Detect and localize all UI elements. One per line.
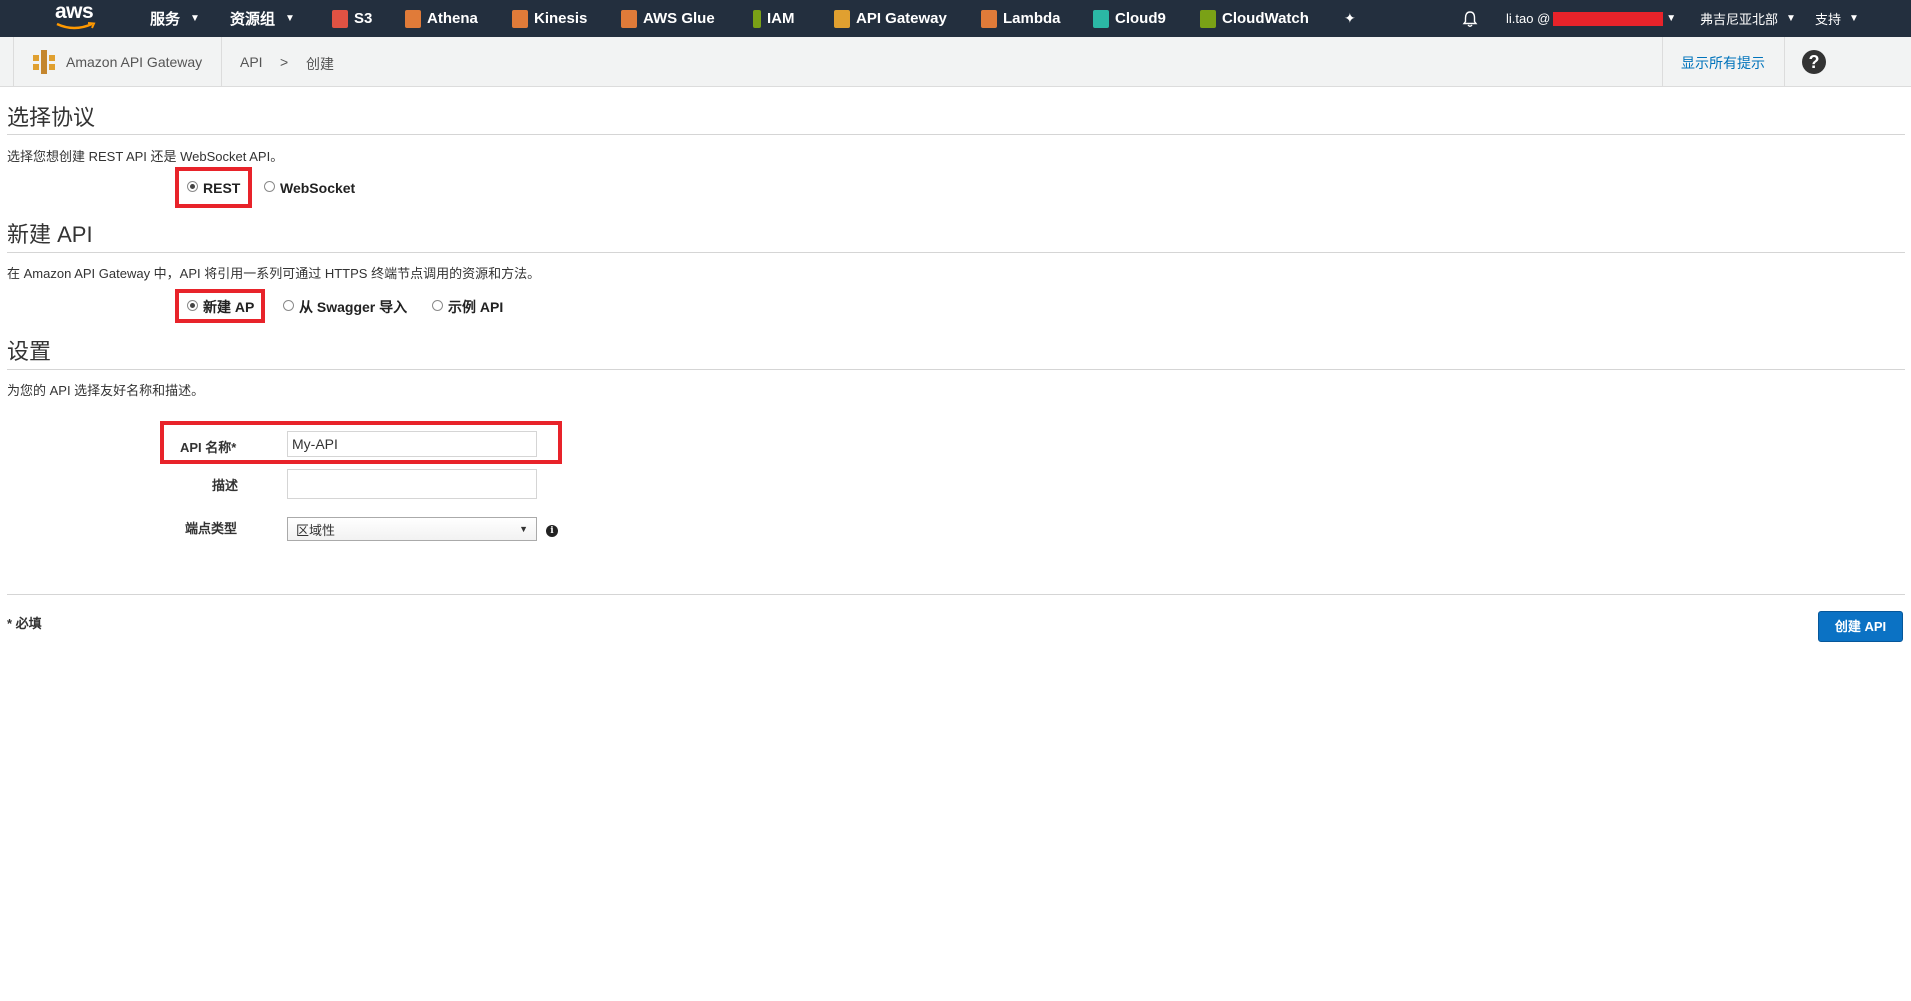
- shortcut-s3[interactable]: S3: [332, 0, 372, 37]
- account-menu[interactable]: li.tao @ ▼: [1506, 0, 1676, 37]
- description-input[interactable]: [287, 469, 537, 499]
- divider: [7, 594, 1905, 595]
- radio-rest[interactable]: REST: [187, 180, 240, 196]
- divider: [7, 134, 1905, 135]
- resource-groups-label: 资源组: [230, 11, 276, 28]
- new-api-description: 在 Amazon API Gateway 中，API 将引用一系列可通过 HTT…: [7, 266, 541, 281]
- divider: [1784, 37, 1785, 87]
- divider: [13, 37, 14, 87]
- api-gateway-icon: [834, 9, 850, 28]
- region-label: 弗吉尼亚北部: [1700, 12, 1779, 27]
- radio-label: 从 Swagger 导入: [299, 299, 408, 315]
- kinesis-icon: [512, 9, 528, 28]
- cloudwatch-icon: [1200, 9, 1216, 28]
- radio-example-api[interactable]: 示例 API: [432, 297, 503, 317]
- protocol-description: 选择您想创建 REST API 还是 WebSocket API。: [7, 149, 284, 164]
- radio-import-swagger[interactable]: 从 Swagger 导入: [283, 297, 407, 317]
- radio-new-api[interactable]: 新建 AP: [187, 297, 254, 317]
- lambda-icon: [981, 9, 997, 28]
- chevron-down-icon: ▼: [519, 524, 528, 534]
- notifications-bell-icon[interactable]: [1462, 0, 1478, 37]
- radio-label: REST: [203, 180, 241, 196]
- resource-groups-menu[interactable]: 资源组 ▼: [230, 0, 295, 37]
- top-navigation-bar: aws 服务 ▼ 资源组 ▼ S3 Athena Kinesis AWS Glu…: [0, 0, 1911, 37]
- radio-unselected-icon: [264, 180, 275, 192]
- divider: [7, 252, 1905, 253]
- cloud9-icon: [1093, 9, 1109, 28]
- divider: [7, 369, 1905, 370]
- required-note: * 必填: [7, 616, 42, 631]
- shortcut-label: IAM: [767, 10, 795, 27]
- divider: [1662, 37, 1663, 87]
- redacted-account-id: [1553, 11, 1664, 26]
- settings-section-title: 设置: [7, 339, 52, 364]
- shortcut-label: S3: [354, 10, 373, 27]
- shortcut-label: Lambda: [1003, 10, 1061, 27]
- chevron-down-icon: ▼: [1786, 13, 1796, 24]
- radio-label: WebSocket: [280, 180, 356, 196]
- radio-unselected-icon: [283, 299, 294, 311]
- s3-icon: [332, 9, 348, 28]
- api-name-label: API 名称*: [180, 440, 237, 455]
- radio-unselected-icon: [432, 299, 443, 311]
- aws-smile-icon: [56, 22, 96, 30]
- shortcut-label: Kinesis: [534, 10, 588, 27]
- show-all-hints-link[interactable]: 显示所有提示: [1681, 53, 1765, 73]
- shortcut-iam[interactable]: IAM: [753, 0, 795, 37]
- breadcrumb-create: 创建: [306, 56, 334, 72]
- support-menu[interactable]: 支持 ▼: [1815, 0, 1859, 37]
- service-header: Amazon API Gateway API > 创建 显示所有提示 ?: [0, 37, 1911, 87]
- chevron-down-icon: ▼: [1666, 13, 1677, 24]
- shortcut-label: AWS Glue: [643, 10, 715, 27]
- iam-icon: [753, 9, 761, 28]
- services-label: 服务: [150, 11, 181, 28]
- shortcut-cloudwatch[interactable]: CloudWatch: [1200, 0, 1309, 37]
- shortcut-lambda[interactable]: Lambda: [981, 0, 1061, 37]
- breadcrumb-separator: >: [280, 54, 289, 70]
- description-label: 描述: [212, 478, 239, 493]
- pin-icon[interactable]: ✦: [1344, 0, 1356, 37]
- endpoint-type-value: 区域性: [296, 522, 336, 538]
- endpoint-type-select[interactable]: 区域性 ▼: [287, 517, 537, 541]
- create-api-button[interactable]: 创建 API: [1818, 611, 1903, 642]
- shortcut-cloud9[interactable]: Cloud9: [1093, 0, 1166, 37]
- api-name-input[interactable]: [287, 431, 537, 457]
- shortcut-label: Cloud9: [1115, 10, 1166, 27]
- api-gateway-icon: [33, 50, 55, 74]
- new-api-section-title: 新建 API: [7, 222, 93, 247]
- shortcut-label: API Gateway: [856, 10, 947, 27]
- protocol-section-title: 选择协议: [7, 105, 96, 130]
- athena-icon: [405, 9, 421, 28]
- chevron-down-icon: ▼: [190, 13, 200, 24]
- aws-logo-text: aws: [55, 0, 94, 23]
- shortcut-label: Athena: [427, 10, 478, 27]
- breadcrumb-api[interactable]: API: [240, 54, 263, 70]
- shortcut-api-gateway[interactable]: API Gateway: [834, 0, 947, 37]
- shortcut-athena[interactable]: Athena: [405, 0, 478, 37]
- account-name: li.tao @: [1506, 11, 1551, 26]
- radio-selected-icon: [187, 180, 198, 192]
- settings-description: 为您的 API 选择友好名称和描述。: [7, 383, 205, 398]
- region-menu[interactable]: 弗吉尼亚北部 ▼: [1700, 0, 1796, 37]
- radio-label: 新建 AP: [203, 299, 255, 315]
- shortcut-kinesis[interactable]: Kinesis: [512, 0, 587, 37]
- endpoint-type-label: 端点类型: [185, 521, 238, 536]
- aws-logo[interactable]: aws: [52, 0, 102, 34]
- divider: [221, 37, 222, 87]
- services-menu[interactable]: 服务 ▼: [150, 0, 200, 37]
- info-icon[interactable]: i: [546, 525, 558, 537]
- service-name[interactable]: Amazon API Gateway: [66, 54, 202, 70]
- radio-label: 示例 API: [448, 299, 504, 315]
- glue-icon: [621, 9, 637, 28]
- radio-websocket[interactable]: WebSocket: [264, 180, 355, 196]
- chevron-down-icon: ▼: [1849, 13, 1859, 24]
- chevron-down-icon: ▼: [285, 13, 295, 24]
- radio-selected-icon: [187, 299, 198, 311]
- shortcut-aws-glue[interactable]: AWS Glue: [621, 0, 715, 37]
- shortcut-label: CloudWatch: [1222, 10, 1309, 27]
- support-label: 支持: [1815, 12, 1842, 27]
- help-icon[interactable]: ?: [1802, 50, 1826, 74]
